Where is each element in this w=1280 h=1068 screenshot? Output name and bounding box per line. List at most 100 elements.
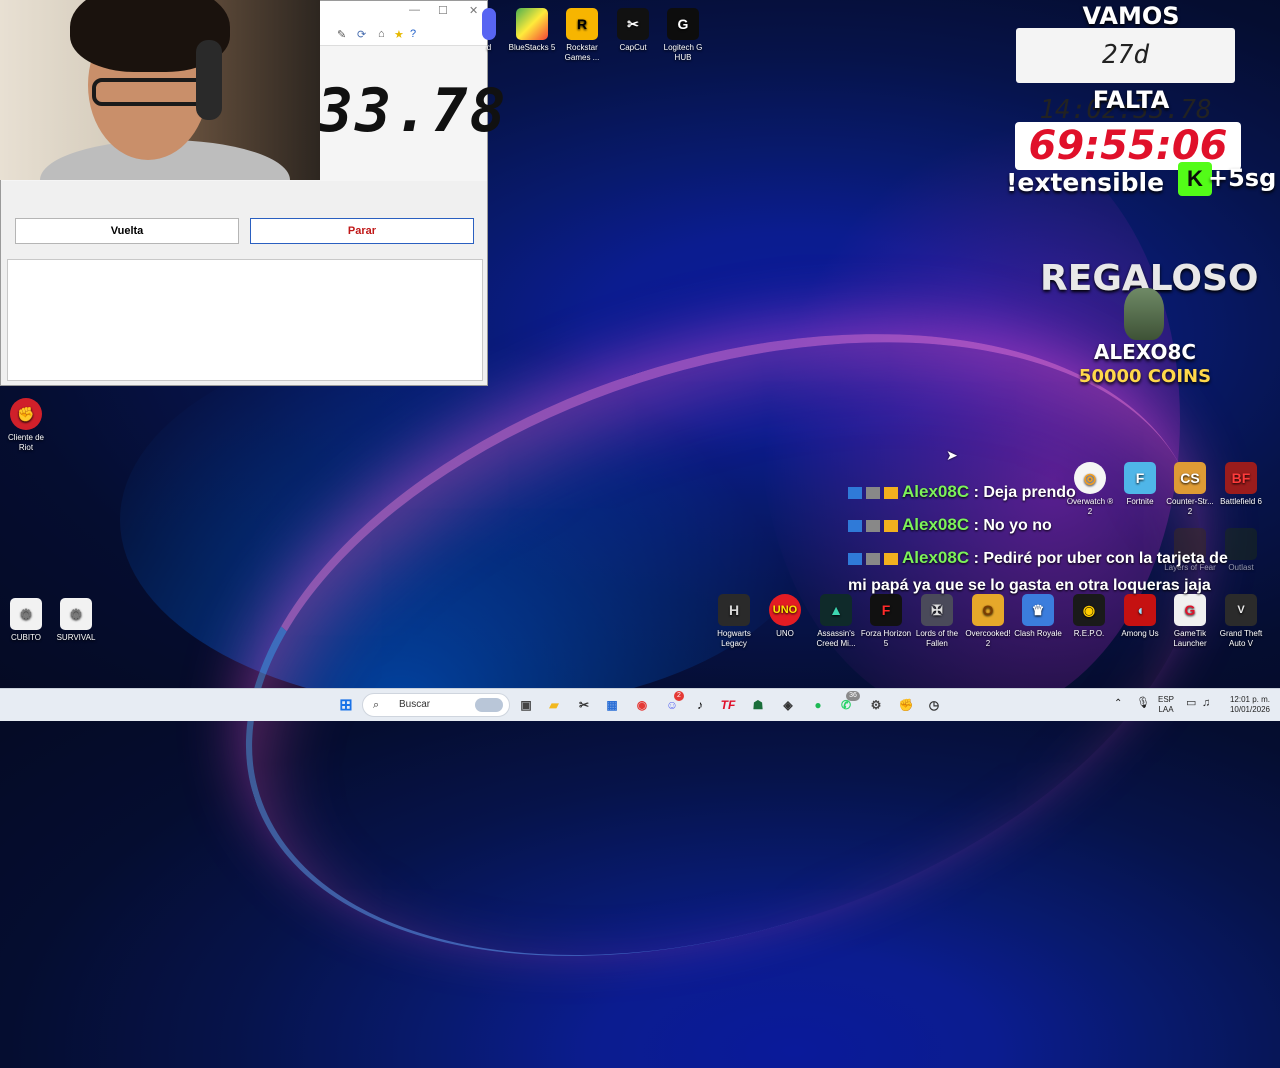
desktop-icon-label: BlueStacks 5 — [508, 43, 556, 52]
edit-icon[interactable]: ✎ — [337, 28, 346, 41]
desktop-icon-label: Grand Theft Auto V — [1219, 629, 1263, 648]
desktop-icon-battlefield[interactable]: BF Battlefield 6 — [1215, 462, 1267, 507]
capcut-icon: ✂ — [617, 8, 649, 40]
taskbar: ⊞ ⌕ Buscar ▣ ▰ ✂ ▦ ◉ ☺ 2 ♪ TF ☗ ◈ ● ✆ 36… — [0, 688, 1280, 721]
desktop-icon-lords[interactable]: ✠ Lords of the Fallen — [911, 594, 963, 649]
extensible-label: !extensible — [1006, 168, 1165, 197]
desktop-icon-app[interactable]: d — [462, 8, 496, 53]
desktop-icon-gta[interactable]: V Grand Theft Auto V — [1215, 594, 1267, 649]
game-app-icon[interactable]: ☗ — [748, 695, 768, 715]
microphone-icon[interactable]: 🎙 — [1136, 698, 1150, 709]
windows-start-icon[interactable]: ⊞ — [336, 695, 356, 715]
stop-button[interactable]: Parar — [250, 218, 474, 244]
clock-time: 12:01 p. m. — [1229, 695, 1271, 704]
settings-icon[interactable]: ⚙ — [866, 695, 886, 715]
desktop-icon-amongus[interactable]: ◖ Among Us — [1114, 594, 1166, 639]
desktop-icon-label: Lords of the Fallen — [915, 629, 959, 648]
outlast-icon — [1225, 528, 1257, 560]
chat-message: Alex08C : Deja prendo — [848, 482, 1076, 502]
lap-list — [7, 259, 483, 381]
search-highlight-icon — [475, 698, 503, 712]
search-placeholder: Buscar — [399, 699, 431, 710]
uno-icon: UNO — [769, 594, 801, 626]
chrome-icon[interactable]: ◉ — [632, 695, 652, 715]
lap-button[interactable]: Vuelta — [15, 218, 239, 244]
desktop-icon-logitech[interactable]: G Logitech G HUB — [657, 8, 709, 63]
gamepad-icon[interactable]: ◈ — [778, 695, 798, 715]
riot-taskbar-icon[interactable]: ✊ — [896, 695, 916, 715]
riot-icon: ✊ — [10, 398, 42, 430]
language-indicator[interactable]: ESP LAA — [1158, 695, 1174, 715]
desktop-icon-overcooked[interactable]: O Overcooked! 2 — [962, 594, 1014, 649]
battlefield-icon: BF — [1225, 462, 1257, 494]
tiktok-studio-icon[interactable]: TF — [718, 695, 738, 715]
desktop-icon-riot[interactable]: ✊ Cliente de Riot — [0, 398, 52, 453]
desktop-icon-capcut[interactable]: ✂ CapCut — [607, 8, 659, 53]
elapsed-timer: 27d 14:02:33.78 — [1016, 28, 1235, 125]
desktop-icon-label: Among Us — [1121, 629, 1159, 638]
language-top: ESP — [1158, 695, 1175, 704]
clock-app-icon[interactable]: ◷ — [924, 695, 944, 715]
shortcut-icon: ⚙ — [60, 598, 92, 630]
tray-chevron-icon[interactable]: ⌃ — [1114, 699, 1122, 709]
help-icon[interactable]: ? — [410, 28, 416, 40]
mouse-cursor-icon: ➤ — [946, 447, 958, 463]
desktop-icon-fortnite[interactable]: F Fortnite — [1114, 462, 1166, 507]
desktop-icon-label: UNO — [776, 629, 794, 638]
network-icon[interactable]: ▭ — [1186, 698, 1196, 709]
chat-username: Alex08C — [902, 548, 970, 567]
desktop-icon-survival[interactable]: ⚙ SURVIVAL — [50, 598, 102, 643]
desktop-icon-forza[interactable]: F Forza Horizon 5 — [860, 594, 912, 649]
desktop-icon-uno[interactable]: UNO UNO — [759, 594, 811, 639]
home-icon[interactable]: ⌂ — [378, 28, 385, 40]
volume-icon[interactable]: ♫ — [1202, 698, 1210, 709]
language-bottom: LAA — [1158, 705, 1174, 714]
chat-text: : Deja prendo — [973, 484, 1076, 501]
clock[interactable]: 12:01 p. m. 10/01/2026 — [1226, 695, 1274, 715]
taskbar-search[interactable]: ⌕ Buscar — [362, 693, 510, 717]
desktop-icon-label: Counter-Str... 2 — [1166, 497, 1214, 516]
logitech-icon: G — [667, 8, 699, 40]
desktop-icon-rockstar[interactable]: R Rockstar Games ... — [556, 8, 608, 63]
falta-label: FALTA — [1092, 86, 1170, 114]
lords-icon: ✠ — [921, 594, 953, 626]
rockstar-icon: R — [566, 8, 598, 40]
webcam-feed — [0, 0, 320, 180]
clock-date: 10/01/2026 — [1229, 705, 1271, 714]
desktop-icon-label: Forza Horizon 5 — [860, 629, 912, 648]
desktop-icon-cubito[interactable]: ⚙ CUBITO — [0, 598, 52, 643]
store-icon[interactable]: ▦ — [602, 695, 622, 715]
chat-text: mi papá ya que se lo gasta en otra loque… — [848, 577, 1211, 594]
chat-username: Alex08C — [902, 515, 970, 534]
refresh-icon[interactable]: ⟳ — [357, 28, 366, 41]
spotify-icon[interactable]: ● — [808, 695, 828, 715]
desktop-icon-label: R.E.P.O. — [1073, 629, 1105, 638]
overcooked-icon: O — [972, 594, 1004, 626]
desktop-icon-assassins[interactable]: ▲ Assassin's Creed Mi... — [810, 594, 862, 649]
amongus-icon: ◖ — [1124, 594, 1156, 626]
desktop-icon-repo[interactable]: ◉ R.E.P.O. — [1063, 594, 1115, 639]
tiktok-icon[interactable]: ♪ — [690, 695, 710, 715]
crown-icon — [884, 552, 898, 565]
desktop-icon-clash[interactable]: ♛ Clash Royale — [1012, 594, 1064, 639]
maximize-button[interactable]: ☐ — [438, 4, 448, 17]
minimize-button[interactable]: — — [409, 4, 420, 16]
kick-logo-icon: K — [1178, 162, 1212, 196]
kick-bonus-label: +5sg — [1208, 164, 1277, 192]
forza-icon: F — [870, 594, 902, 626]
desktop-icon-label: Clash Royale — [1014, 629, 1062, 638]
desktop-icon-label: SURVIVAL — [56, 633, 96, 642]
cs2-icon: CS — [1174, 462, 1206, 494]
crown-icon — [884, 486, 898, 499]
desktop-icon-label: Outlast — [1228, 563, 1254, 572]
favorites-star-icon[interactable]: ★ — [394, 28, 404, 41]
desktop-icon-bluestacks[interactable]: BlueStacks 5 — [506, 8, 558, 53]
snipping-tool-icon[interactable]: ✂ — [574, 695, 594, 715]
task-view-icon[interactable]: ▣ — [516, 695, 536, 715]
gametik-icon: G — [1174, 594, 1206, 626]
desktop-icon-label: Battlefield 6 — [1220, 497, 1262, 506]
desktop-icon-gametik[interactable]: G GameTik Launcher — [1164, 594, 1216, 649]
desktop-icon-hogwarts[interactable]: H Hogwarts Legacy — [708, 594, 760, 649]
desktop-icon-cs2[interactable]: CS Counter-Str... 2 — [1164, 462, 1216, 517]
file-explorer-icon[interactable]: ▰ — [544, 695, 564, 715]
